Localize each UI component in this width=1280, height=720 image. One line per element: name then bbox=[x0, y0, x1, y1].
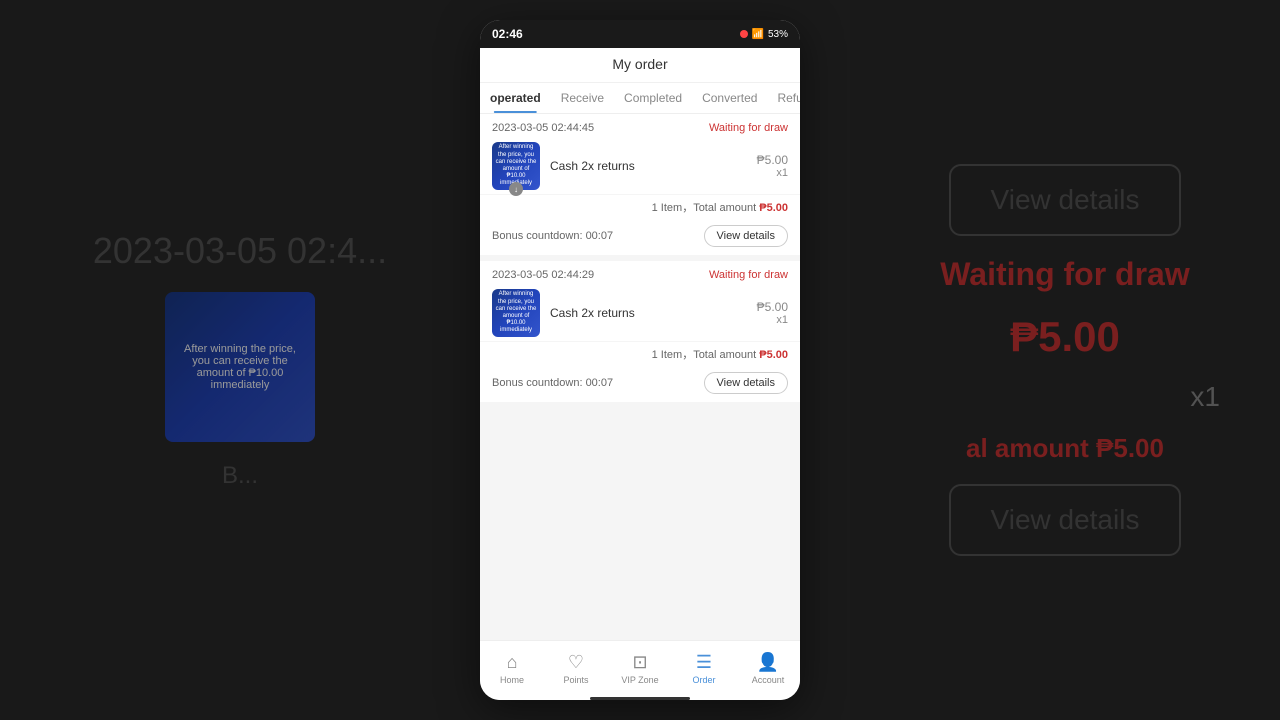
order-item-row-2: After winning the price, you can receive… bbox=[480, 285, 800, 341]
nav-vip-label: VIP Zone bbox=[621, 675, 658, 685]
order-total-amount-2: ₱5.00 bbox=[759, 349, 788, 361]
order-list: 2023-03-05 02:44:45 Waiting for draw Aft… bbox=[480, 114, 800, 640]
phone-frame: 02:46 📶 53% My order operated Receive Co… bbox=[480, 20, 800, 700]
order-item-price-row-1: ₱5.00 x1 bbox=[757, 153, 788, 179]
home-indicator bbox=[480, 696, 800, 700]
account-icon: 👤 bbox=[757, 652, 779, 673]
bg-right-price: ₱5.00 bbox=[1010, 313, 1120, 361]
order-footer-2: Bonus countdown: 00:07 View details bbox=[480, 366, 800, 402]
bg-left-bottom-text: B... bbox=[222, 462, 258, 490]
order-item-price-2: ₱5.00 bbox=[757, 300, 788, 314]
order-header-1: 2023-03-05 02:44:45 Waiting for draw bbox=[480, 114, 800, 138]
order-total-amount-1: ₱5.00 bbox=[759, 202, 788, 214]
nav-vip-zone[interactable]: ⊡ VIP Zone bbox=[608, 641, 672, 696]
order-thumbnail-1: After winning the price, you can receive… bbox=[492, 142, 540, 190]
bg-left-date: 2023-03-05 02:4... bbox=[93, 230, 387, 272]
nav-home[interactable]: ⌂ Home bbox=[480, 641, 544, 696]
points-icon: ♡ bbox=[568, 652, 584, 673]
order-card-2: 2023-03-05 02:44:29 Waiting for draw Aft… bbox=[480, 261, 800, 402]
bg-right-view-details: View details bbox=[949, 164, 1182, 236]
order-item-info-2: Cash 2x returns bbox=[550, 306, 747, 320]
order-item-info-1: Cash 2x returns bbox=[550, 159, 747, 173]
nav-order[interactable]: ☰ Order bbox=[672, 641, 736, 696]
order-total-row-2: 1 Item，Total amount ₱5.00 bbox=[480, 341, 800, 366]
order-status-1: Waiting for draw bbox=[709, 122, 788, 134]
background-right: View details Waiting for draw ₱5.00 x1 a… bbox=[850, 0, 1280, 720]
order-card-1: 2023-03-05 02:44:45 Waiting for draw Aft… bbox=[480, 114, 800, 255]
order-status-2: Waiting for draw bbox=[709, 269, 788, 281]
order-date-2: 2023-03-05 02:44:29 bbox=[492, 269, 594, 281]
order-item-row-1: After winning the price, you can receive… bbox=[480, 138, 800, 194]
bg-right-qty: x1 bbox=[1190, 381, 1220, 413]
background-left: 2023-03-05 02:4... After winning the pri… bbox=[0, 0, 480, 720]
view-details-button-1[interactable]: View details bbox=[704, 225, 789, 247]
nav-points[interactable]: ♡ Points bbox=[544, 641, 608, 696]
bg-right-total: al amount ₱5.00 bbox=[966, 433, 1164, 464]
view-details-button-2[interactable]: View details bbox=[704, 372, 789, 394]
signal-icon: 📶 bbox=[752, 29, 764, 40]
bg-right-waiting: Waiting for draw bbox=[940, 256, 1189, 293]
order-header-2: 2023-03-05 02:44:29 Waiting for draw bbox=[480, 261, 800, 285]
vip-zone-icon: ⊡ bbox=[632, 652, 647, 673]
bonus-countdown-2: Bonus countdown: 00:07 bbox=[492, 377, 613, 389]
order-item-qty-1: x1 bbox=[776, 167, 788, 179]
thumb-badge-1: ↓ bbox=[509, 182, 523, 196]
status-time: 02:46 bbox=[492, 27, 523, 41]
order-footer-1: Bonus countdown: 00:07 View details bbox=[480, 219, 800, 255]
order-item-price-1: ₱5.00 bbox=[757, 153, 788, 167]
order-tabs: operated Receive Completed Converted Ref… bbox=[480, 83, 800, 114]
order-item-qty-2: x1 bbox=[776, 314, 788, 326]
tab-receive[interactable]: Receive bbox=[551, 83, 614, 113]
order-total-row-1: 1 Item，Total amount ₱5.00 bbox=[480, 194, 800, 219]
order-date-1: 2023-03-05 02:44:45 bbox=[492, 122, 594, 134]
nav-points-label: Points bbox=[563, 675, 588, 685]
tab-refund[interactable]: Refund bbox=[767, 83, 800, 113]
nav-account-label: Account bbox=[752, 675, 785, 685]
battery-text: 53% bbox=[768, 29, 788, 40]
page-title-bar: My order bbox=[480, 48, 800, 83]
nav-account[interactable]: 👤 Account bbox=[736, 641, 800, 696]
bottom-nav: ⌂ Home ♡ Points ⊡ VIP Zone ☰ Order 👤 Acc… bbox=[480, 640, 800, 696]
order-thumbnail-2: After winning the price, you can receive… bbox=[492, 289, 540, 337]
bonus-countdown-1: Bonus countdown: 00:07 bbox=[492, 230, 613, 242]
nav-home-label: Home bbox=[500, 675, 524, 685]
tab-operated[interactable]: operated bbox=[480, 83, 551, 113]
tab-completed[interactable]: Completed bbox=[614, 83, 692, 113]
order-total-label-1: 1 Item，Total amount bbox=[652, 202, 757, 214]
tab-converted[interactable]: Converted bbox=[692, 83, 767, 113]
bg-right-view-details-2: View details bbox=[949, 484, 1182, 556]
order-item-name-1: Cash 2x returns bbox=[550, 159, 747, 173]
indicator-bar bbox=[590, 697, 690, 700]
order-item-name-2: Cash 2x returns bbox=[550, 306, 747, 320]
notification-dot bbox=[740, 30, 748, 38]
bg-left-thumbnail: After winning the price, you can receive… bbox=[165, 292, 315, 442]
home-icon: ⌂ bbox=[507, 652, 518, 673]
nav-order-label: Order bbox=[692, 675, 715, 685]
order-icon: ☰ bbox=[696, 652, 712, 673]
order-item-price-row-2: ₱5.00 x1 bbox=[757, 300, 788, 326]
thumbnail-text-2: After winning the price, you can receive… bbox=[492, 288, 540, 337]
status-icons: 📶 53% bbox=[740, 29, 788, 40]
page-title: My order bbox=[612, 56, 667, 72]
status-bar: 02:46 📶 53% bbox=[480, 20, 800, 48]
order-total-label-2: 1 Item，Total amount bbox=[652, 349, 757, 361]
